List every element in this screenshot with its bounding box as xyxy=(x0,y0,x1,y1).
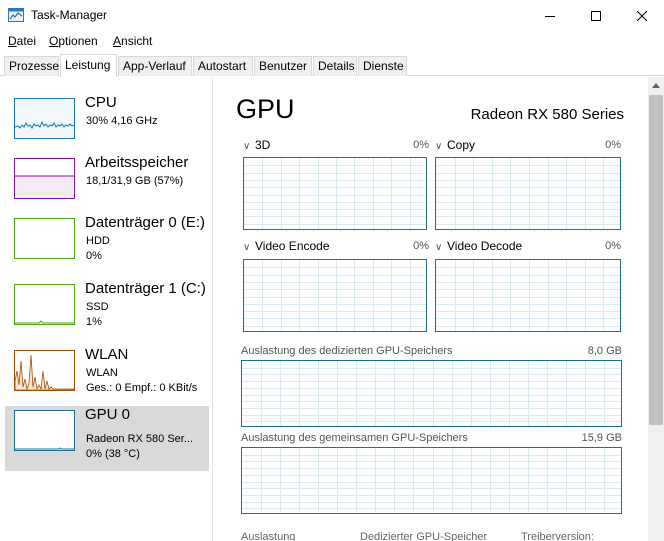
engine-video-encode-graph xyxy=(243,259,427,332)
title-bar: Task-Manager xyxy=(0,0,664,31)
memory-title: Arbeitsspeicher xyxy=(85,154,189,171)
wlan-throughput: Ges.: 0 Empf.: 0 KBit/s xyxy=(86,382,198,394)
window-title: Task-Manager xyxy=(31,8,108,22)
maximize-button[interactable] xyxy=(573,0,619,31)
cpu-thumbnail xyxy=(14,98,75,139)
engine-video-encode-pct: 0% xyxy=(413,240,429,252)
gpu-detail-panel: GPU Radeon RX 580 Series ∨ 3D 0% ∨ Copy 0%… xyxy=(214,77,648,541)
engine-3d-graph xyxy=(243,157,427,230)
stat-label-utilization: Auslastung xyxy=(241,531,296,541)
menu-optionen[interactable]: Optionen xyxy=(49,34,98,48)
chevron-down-icon: ∨ xyxy=(435,242,443,253)
stat-label-driver-version: Treiberversion: xyxy=(521,531,594,541)
gpu0-title: GPU 0 xyxy=(85,406,131,423)
wlan-title: WLAN xyxy=(85,346,129,363)
disk-e-type: HDD xyxy=(86,235,110,247)
wlan-adapter: WLAN xyxy=(86,367,118,379)
page-title: GPU xyxy=(236,94,295,124)
sidebar-item-memory[interactable]: Arbeitsspeicher 18,1/31,9 GB (57%) xyxy=(5,154,209,220)
disk-e-thumbnail xyxy=(14,218,75,259)
dedicated-memory-label: Auslastung des dedizierten GPU-Speichers xyxy=(241,345,453,357)
disk-c-thumbnail xyxy=(14,284,75,325)
tab-leistung[interactable]: Leistung xyxy=(60,54,117,77)
close-button[interactable] xyxy=(619,0,664,31)
tab-dienste[interactable]: Dienste xyxy=(358,56,407,76)
tab-app-verlauf[interactable]: App-Verlauf xyxy=(118,56,192,76)
memory-thumbnail xyxy=(14,158,75,199)
stat-label-dedicated-memory: Dedizierter GPU-Speicher xyxy=(360,531,488,541)
tab-details[interactable]: Details xyxy=(313,56,357,76)
engine-select-video-encode[interactable]: ∨ Video Encode xyxy=(243,239,330,253)
scroll-up-icon xyxy=(652,83,660,88)
shared-memory-label: Auslastung des gemeinsamen GPU-Speichers xyxy=(241,432,468,444)
task-manager-icon xyxy=(8,8,24,22)
menu-datei[interactable]: Datei xyxy=(8,34,36,48)
disk-c-type: SSD xyxy=(86,301,109,313)
cpu-title: CPU xyxy=(85,94,117,111)
gpu0-usage: 0% (38 °C) xyxy=(86,448,140,460)
engine-copy-graph xyxy=(435,157,621,230)
shared-memory-value: 15,9 GB xyxy=(581,432,622,444)
sidebar-item-disk-c[interactable]: Datenträger 1 (C:) SSD 1% xyxy=(5,280,209,346)
maximize-icon xyxy=(591,10,601,21)
tab-benutzer[interactable]: Benutzer xyxy=(254,56,312,76)
engine-video-decode-pct: 0% xyxy=(605,240,621,252)
engine-select-3d[interactable]: ∨ 3D xyxy=(243,138,270,152)
scroll-up-button[interactable] xyxy=(648,77,664,94)
shared-memory-graph xyxy=(241,447,622,514)
chevron-down-icon: ∨ xyxy=(243,242,251,253)
menu-bar: Datei Optionen Ansicht xyxy=(0,31,664,51)
vertical-scrollbar[interactable] xyxy=(648,77,664,541)
disk-e-usage: 0% xyxy=(86,250,102,262)
sidebar-item-gpu0[interactable]: GPU 0 Radeon RX 580 Ser... 0% (38 °C) xyxy=(5,406,209,471)
memory-usage: 18,1/31,9 GB (57%) xyxy=(86,175,184,187)
engine-video-decode-graph xyxy=(435,259,621,332)
performance-panel: CPU 30% 4,16 GHz Arbeitsspeicher 18,1/31… xyxy=(0,77,664,541)
sidebar-item-wlan[interactable]: WLAN WLAN Ges.: 0 Empf.: 0 KBit/s xyxy=(5,346,209,412)
chevron-down-icon: ∨ xyxy=(243,141,251,152)
resource-sidebar: CPU 30% 4,16 GHz Arbeitsspeicher 18,1/31… xyxy=(0,77,213,541)
cpu-usage: 30% 4,16 GHz xyxy=(86,115,158,127)
chevron-down-icon: ∨ xyxy=(435,141,443,152)
disk-c-title: Datenträger 1 (C:) xyxy=(85,280,206,297)
tab-bar: Prozesse Leistung App-Verlauf Autostart … xyxy=(0,54,664,77)
disk-e-title: Datenträger 0 (E:) xyxy=(85,214,206,231)
close-icon xyxy=(637,10,647,21)
sidebar-item-disk-e[interactable]: Datenträger 0 (E:) HDD 0% xyxy=(5,214,209,280)
engine-select-copy[interactable]: ∨ Copy xyxy=(435,138,475,152)
gpu-model-name: Radeon RX 580 Series xyxy=(470,106,624,123)
dedicated-memory-value: 8,0 GB xyxy=(587,345,622,357)
sidebar-item-cpu[interactable]: CPU 30% 4,16 GHz xyxy=(5,94,209,160)
minimize-icon xyxy=(545,15,555,17)
engine-3d-pct: 0% xyxy=(413,139,429,151)
gpu0-thumbnail xyxy=(14,410,75,451)
tab-prozesse[interactable]: Prozesse xyxy=(4,56,59,76)
gpu0-model: Radeon RX 580 Ser... xyxy=(86,433,194,445)
minimize-button[interactable] xyxy=(527,0,573,31)
menu-ansicht[interactable]: Ansicht xyxy=(113,34,152,48)
dedicated-memory-graph xyxy=(241,360,622,427)
scroll-thumb[interactable] xyxy=(649,95,663,425)
engine-select-video-decode[interactable]: ∨ Video Decode xyxy=(435,239,522,253)
wlan-thumbnail xyxy=(14,350,75,391)
tab-autostart[interactable]: Autostart xyxy=(193,56,253,76)
disk-c-usage: 1% xyxy=(86,316,102,328)
engine-copy-pct: 0% xyxy=(605,139,621,151)
